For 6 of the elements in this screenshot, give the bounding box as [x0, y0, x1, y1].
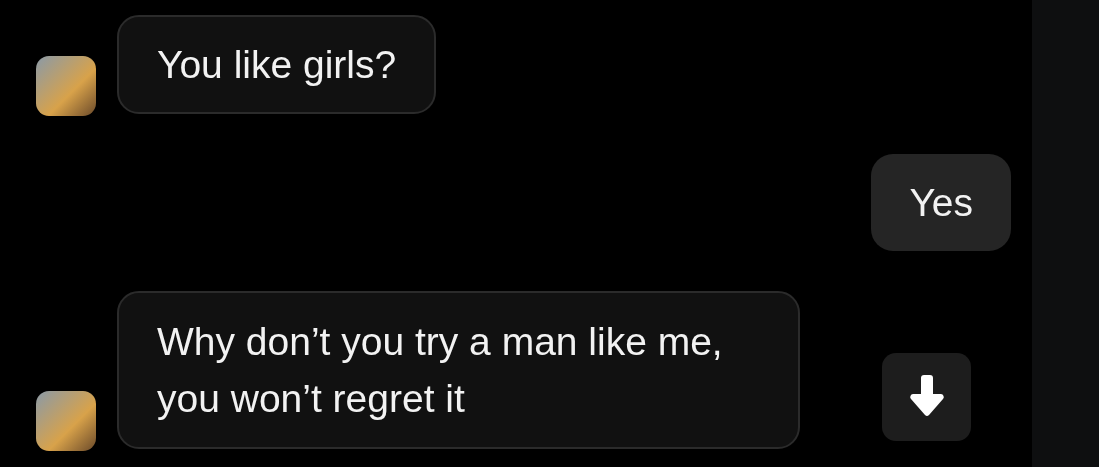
- message-bubble: Yes: [871, 154, 1011, 251]
- message-bubble: You like girls?: [117, 15, 437, 114]
- message-bubble: Why don’t you try a man like me, you won’t regret it: [117, 291, 800, 449]
- avatar-photo-placeholder: [36, 391, 96, 451]
- scroll-down-button[interactable]: [882, 353, 971, 441]
- avatar-photo-placeholder: [36, 56, 96, 116]
